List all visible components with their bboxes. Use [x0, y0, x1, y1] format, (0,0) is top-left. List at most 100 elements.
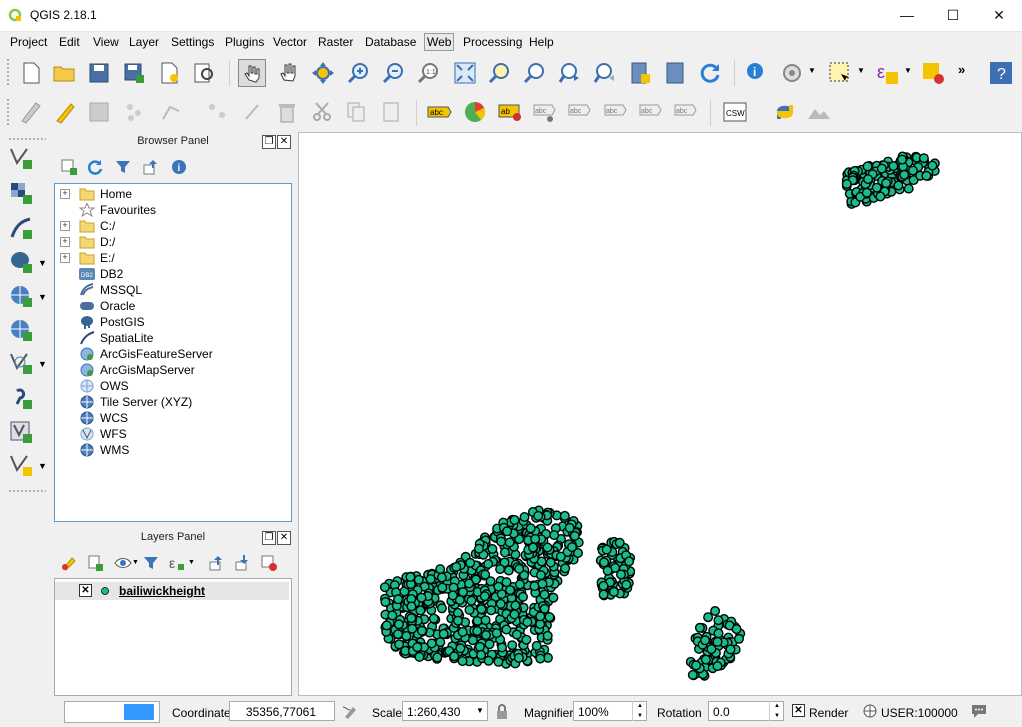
add-delimited-text-layer-icon[interactable]: [8, 385, 34, 411]
remove-layer-icon[interactable]: [260, 554, 278, 572]
refresh-icon[interactable]: [86, 158, 104, 176]
tree-item-postgis[interactable]: PostGIS: [55, 314, 285, 330]
show-hide-labels-icon[interactable]: abc: [567, 99, 593, 125]
touch-zoom-pan-icon[interactable]: [238, 59, 266, 87]
pan-to-selection-icon[interactable]: [310, 60, 336, 86]
chevron-down-icon[interactable]: ▼: [38, 258, 47, 268]
chevron-down-icon[interactable]: ▼: [38, 292, 47, 302]
menu-project[interactable]: Project: [10, 35, 47, 49]
tree-item-db2[interactable]: DB2 DB2: [55, 266, 285, 282]
toolbar-overflow-icon[interactable]: »: [958, 62, 965, 77]
delete-selected-icon[interactable]: [274, 99, 300, 125]
chevron-down-icon[interactable]: ▼: [188, 559, 195, 566]
menu-settings[interactable]: Settings: [171, 35, 214, 49]
zoom-next-icon[interactable]: [592, 60, 618, 86]
menu-raster[interactable]: Raster: [318, 35, 353, 49]
terrain-icon[interactable]: [806, 99, 832, 125]
move-feature-icon[interactable]: [158, 99, 184, 125]
menu-view[interactable]: View: [93, 35, 119, 49]
map-canvas[interactable]: [298, 132, 1022, 696]
node-edit-icon[interactable]: [240, 99, 266, 125]
add-postgis-layer-icon[interactable]: [8, 249, 34, 275]
add-group-icon[interactable]: [86, 554, 104, 572]
identify-features-icon[interactable]: i: [744, 60, 770, 86]
filter-by-expression-icon[interactable]: ε: [168, 554, 186, 572]
python-console-icon[interactable]: [772, 99, 798, 125]
save-project-icon[interactable]: [86, 60, 112, 86]
chevron-down-icon[interactable]: ▼: [476, 706, 484, 715]
add-selected-layers-icon[interactable]: [60, 158, 78, 176]
tree-item-mssql[interactable]: MSSQL: [55, 282, 285, 298]
refresh-icon[interactable]: [697, 60, 723, 86]
add-wfs-layer-icon[interactable]: [8, 350, 34, 376]
layer-diagram-icon[interactable]: [462, 99, 488, 125]
new-project-icon[interactable]: [18, 60, 44, 86]
paste-features-icon[interactable]: [378, 99, 404, 125]
show-bookmarks-icon[interactable]: [662, 60, 688, 86]
close-window-button[interactable]: ✕: [976, 0, 1022, 30]
change-label-icon[interactable]: abc: [673, 99, 699, 125]
tree-item-favourites[interactable]: Favourites: [55, 202, 285, 218]
chevron-down-icon[interactable]: ▼: [857, 66, 865, 75]
save-edits-icon[interactable]: [86, 99, 112, 125]
expand-all-icon[interactable]: [208, 554, 226, 572]
close-panel-icon[interactable]: ✕: [277, 531, 291, 545]
messages-icon[interactable]: [970, 702, 988, 720]
menu-database[interactable]: Database: [365, 35, 416, 49]
close-panel-icon[interactable]: ✕: [277, 135, 291, 149]
current-edits-icon[interactable]: [18, 99, 44, 125]
tree-item-oracle[interactable]: Oracle: [55, 298, 285, 314]
filter-icon[interactable]: [142, 554, 160, 572]
tree-item-wms[interactable]: WMS: [55, 442, 285, 458]
add-wcs-layer-icon[interactable]: [8, 317, 34, 343]
render-checkbox[interactable]: ✕: [792, 704, 805, 717]
browser-tree[interactable]: + Home Favourites + C:/ + D:/ + E:/ DB2 …: [54, 183, 292, 522]
add-virtual-layer-icon[interactable]: [8, 419, 34, 445]
menu-plugins[interactable]: Plugins: [225, 35, 264, 49]
lock-scale-icon[interactable]: [495, 703, 509, 721]
zoom-to-layer-icon[interactable]: [522, 60, 548, 86]
rotation-spin-arrows[interactable]: ▲ ▼: [769, 701, 784, 721]
menu-processing[interactable]: Processing: [463, 35, 522, 49]
pin-labels-icon[interactable]: abc: [532, 99, 558, 125]
tree-item-tile-server[interactable]: Tile Server (XYZ): [55, 394, 285, 410]
menu-edit[interactable]: Edit: [59, 35, 80, 49]
layer-row[interactable]: ✕ bailiwickheight: [55, 582, 289, 600]
chevron-down-icon[interactable]: ▼: [38, 359, 47, 369]
coordinate-field[interactable]: 35356,77061: [229, 701, 335, 721]
layer-visibility-checkbox[interactable]: ✕: [79, 584, 92, 597]
chevron-down-icon[interactable]: ▼: [808, 66, 816, 75]
deselect-features-icon[interactable]: [920, 60, 946, 86]
node-tool-icon[interactable]: [204, 99, 230, 125]
toggle-extents-icon[interactable]: [341, 703, 359, 721]
chevron-down-icon[interactable]: ▼: [38, 461, 47, 471]
menu-vector[interactable]: Vector: [273, 35, 307, 49]
layer-labeling-icon[interactable]: abc: [426, 99, 452, 125]
move-label-icon[interactable]: abc: [603, 99, 629, 125]
pan-map-icon[interactable]: [276, 60, 302, 86]
help-icon[interactable]: ?: [988, 60, 1014, 86]
chevron-down-icon[interactable]: ▼: [132, 559, 139, 566]
tree-item-spatialite[interactable]: SpatiaLite: [55, 330, 285, 346]
manage-map-themes-icon[interactable]: [114, 554, 132, 572]
expand-icon[interactable]: +: [60, 221, 70, 231]
tree-item-e-drive[interactable]: + E:/: [55, 250, 285, 266]
highlight-pinned-labels-icon[interactable]: ab: [497, 99, 523, 125]
tree-item-wfs[interactable]: WFS: [55, 426, 285, 442]
cut-features-icon[interactable]: [309, 99, 335, 125]
magnifier-spin-arrows[interactable]: ▲ ▼: [632, 701, 647, 721]
add-raster-layer-icon[interactable]: [8, 180, 34, 206]
collapse-all-icon[interactable]: [234, 554, 252, 572]
add-spatialite-layer-icon[interactable]: [8, 215, 34, 241]
maximize-button[interactable]: ☐: [930, 0, 976, 30]
zoom-out-icon[interactable]: [381, 60, 407, 86]
zoom-to-selection-icon[interactable]: [487, 60, 513, 86]
collapse-all-icon[interactable]: [142, 158, 160, 176]
add-wms-layer-icon[interactable]: [8, 283, 34, 309]
composer-manager-icon[interactable]: [191, 60, 217, 86]
crs-label[interactable]: USER:100000: [881, 706, 958, 720]
rotate-label-icon[interactable]: abc: [638, 99, 664, 125]
filter-icon[interactable]: [114, 158, 132, 176]
crs-globe-icon[interactable]: [862, 703, 878, 719]
float-panel-icon[interactable]: ❐: [262, 135, 276, 149]
